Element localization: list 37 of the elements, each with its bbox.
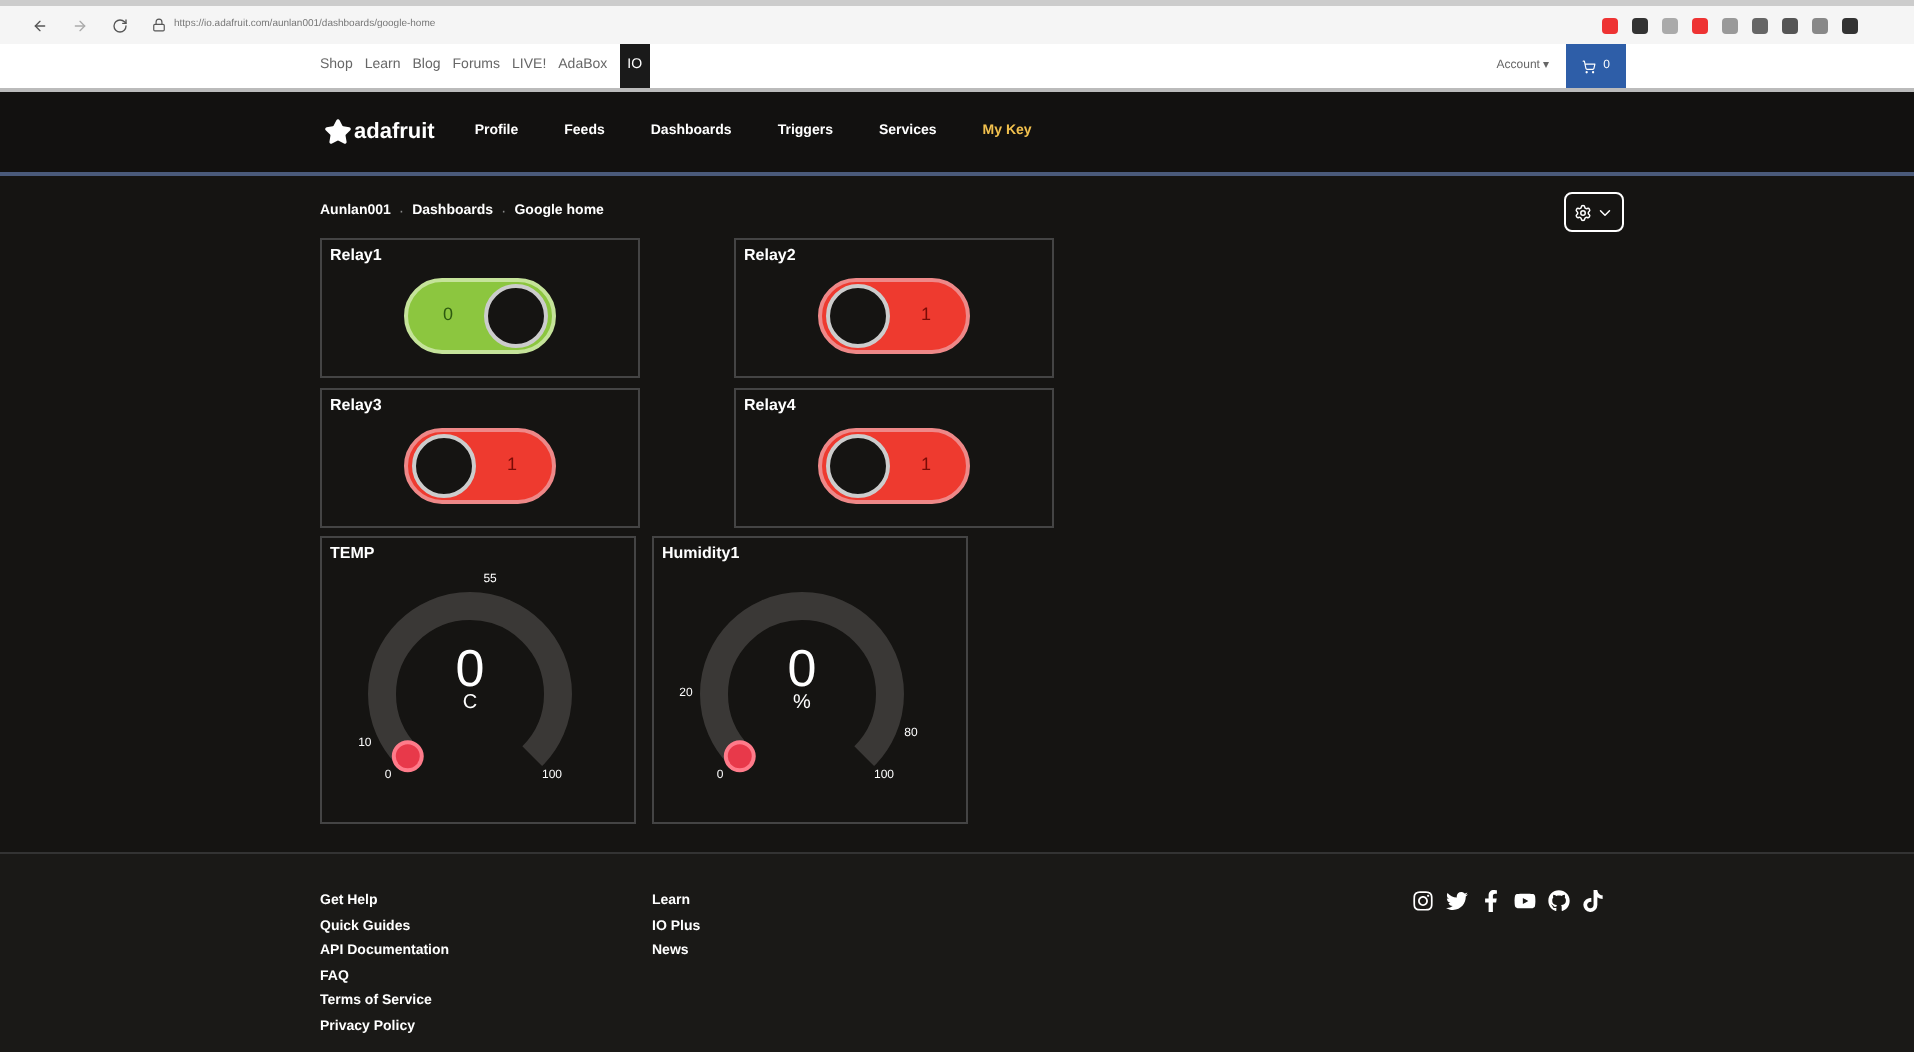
gauge-title: TEMP [330, 546, 377, 562]
youtube-icon[interactable] [1514, 890, 1536, 912]
settings-dropdown-button[interactable] [1564, 192, 1624, 232]
toggle-title: Relay2 [744, 248, 798, 264]
toggle-title: Relay4 [744, 398, 798, 414]
cart-icon [1581, 59, 1596, 73]
toggle-knob [826, 284, 890, 348]
breadcrumb-separator: · [398, 200, 405, 224]
reload-icon[interactable] [112, 17, 128, 33]
toggle-label: 1 [918, 302, 933, 329]
toggle-title: Relay1 [330, 248, 384, 264]
instagram-icon[interactable] [1412, 890, 1434, 912]
toggle-knob [412, 434, 476, 498]
facebook-icon[interactable] [1480, 890, 1502, 912]
gauge-value: 0 [787, 642, 817, 694]
toggle-label: 1 [504, 452, 519, 479]
toggle-label: 1 [918, 452, 933, 479]
logo-text: adafruit [354, 117, 435, 148]
toggle-knob [826, 434, 890, 498]
gauge-title: Humidity1 [662, 546, 742, 562]
toggle-switch[interactable]: 0 [404, 278, 556, 354]
gauge-knob[interactable] [723, 740, 756, 773]
breadcrumb-separator: · [501, 200, 507, 224]
gauge-unit: C [462, 694, 478, 714]
settings-icon [1574, 203, 1592, 221]
tiktok-icon[interactable] [1582, 890, 1604, 912]
toggle-title: Relay3 [330, 398, 384, 414]
lock-icon [152, 18, 166, 32]
back-icon[interactable] [32, 17, 48, 33]
gauge-value: 0 [455, 642, 485, 694]
toggle-knob [484, 284, 548, 348]
twitter-icon[interactable] [1446, 890, 1468, 912]
gauge-unit: % [793, 694, 811, 714]
toggle-label: 0 [440, 302, 455, 329]
github-icon[interactable] [1548, 890, 1570, 912]
gauge-knob[interactable] [391, 740, 424, 773]
logo-icon [324, 118, 352, 146]
